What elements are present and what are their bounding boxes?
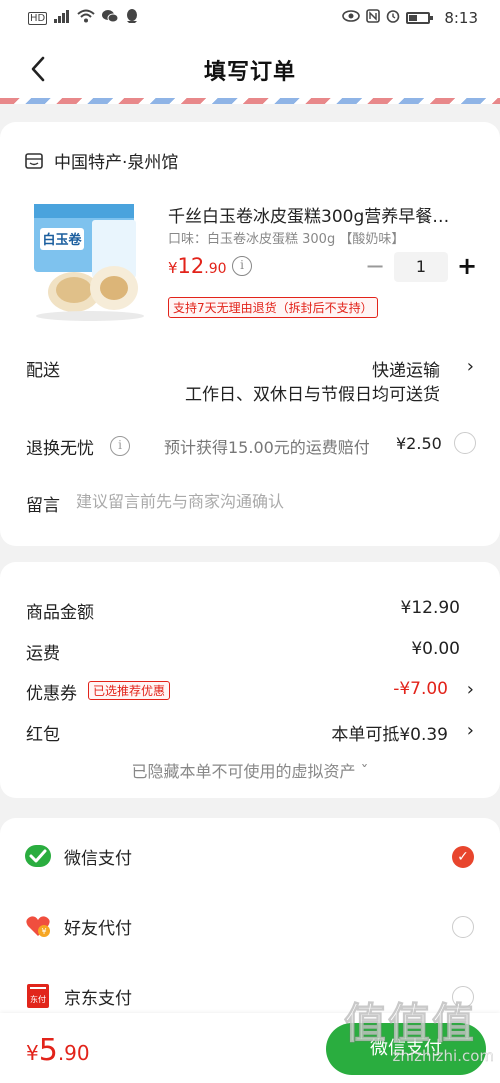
price-integer: 12 (177, 254, 205, 278)
increase-quantity-button[interactable]: + (454, 252, 480, 282)
checkout-bar: ¥ 5 .90 微信支付 (0, 1013, 500, 1083)
red-packet-label: 红包 (26, 725, 60, 745)
delivery-chevron-icon[interactable]: › (467, 356, 474, 377)
product-price: ¥ 12 .90 (168, 254, 227, 278)
payment-selected-check-icon[interactable]: ✓ (452, 846, 474, 868)
payment-radio-friend[interactable] (452, 916, 474, 938)
price-info-icon[interactable]: i (232, 256, 252, 276)
total-price: ¥ 5 .90 (26, 1033, 90, 1068)
total-integer: 5 (38, 1033, 58, 1068)
return-insurance-info-icon[interactable]: i (110, 436, 130, 456)
delivery-method[interactable]: 快递运输 (372, 356, 440, 381)
page-header: 填写订单 (0, 36, 500, 100)
return-insurance-fee: ¥2.50 (396, 434, 442, 453)
payment-label-wechat: 微信支付 (64, 848, 132, 869)
product-spec: 口味：白玉卷冰皮蛋糕 300g 【酸奶味】 (168, 232, 405, 247)
alarm-icon (386, 9, 400, 27)
payment-radio-jd[interactable] (452, 986, 474, 1008)
red-packet-value[interactable]: 本单可抵¥0.39 (331, 720, 448, 745)
return-policy-badge: 支持7天无理由退货（拆封后不支持） (168, 297, 378, 318)
svg-text:¥: ¥ (41, 927, 46, 936)
shop-row[interactable]: 中国特产·泉州馆 (24, 148, 178, 173)
wechat-icon (101, 9, 119, 27)
price-decimal: .90 (204, 261, 227, 277)
shop-name: 中国特产·泉州馆 (54, 153, 179, 173)
red-packet-chevron-icon[interactable]: › (467, 720, 474, 741)
store-icon (24, 151, 44, 171)
pay-button[interactable]: 微信支付 (326, 1023, 486, 1075)
status-bar: HD 8:13 (0, 0, 500, 36)
airmail-stripe-divider (0, 98, 500, 104)
payment-option-friend[interactable]: ¥ 好友代付 (24, 912, 132, 940)
return-insurance-label: 退换无忧 (26, 439, 94, 459)
payment-option-jd[interactable]: 东付 京东支付 (24, 982, 132, 1010)
wifi-icon (77, 9, 95, 27)
signal-icon (53, 9, 71, 27)
payment-label-friend: 好友代付 (64, 918, 132, 939)
payment-option-wechat[interactable]: 微信支付 (24, 842, 132, 870)
product-image-label: 白玉卷 (42, 232, 82, 248)
coupon-value[interactable]: -¥7.00 (393, 679, 448, 699)
shipping-value: ¥0.00 (411, 639, 460, 659)
price-symbol: ¥ (168, 259, 178, 277)
quantity-stepper: − 1 + (362, 252, 480, 282)
eye-icon (342, 10, 361, 26)
hidden-assets-toggle[interactable]: 已隐藏本单不可使用的虚拟资产 ˇ (0, 758, 500, 782)
page-title: 填写订单 (203, 60, 296, 85)
return-insurance-description: 预计获得15.00元的运费赔付 (164, 438, 370, 457)
product-image[interactable]: 白玉卷 (30, 198, 150, 322)
friend-pay-icon: ¥ (26, 916, 50, 937)
product-title[interactable]: 千丝白玉卷冰皮蛋糕300g营养早餐… (168, 202, 468, 227)
delivery-label: 配送 (26, 361, 60, 381)
jd-pay-icon: 东付 (27, 984, 49, 1008)
coupon-label: 优惠券 (26, 684, 77, 704)
svg-text:东付: 东付 (30, 994, 46, 1004)
battery-icon (406, 12, 434, 24)
status-time: 8:13 (444, 9, 478, 27)
quantity-value[interactable]: 1 (394, 252, 448, 282)
note-input[interactable] (76, 488, 466, 514)
status-bar-left: HD (28, 8, 139, 28)
delivery-schedule: 工作日、双休日与节假日均可送货 (185, 385, 440, 405)
price-summary-card: 商品金额 ¥12.90 运费 ¥0.00 优惠券 已选推荐优惠 -¥7.00 ›… (0, 562, 500, 798)
qq-icon (125, 8, 139, 28)
goods-amount-value: ¥12.90 (400, 598, 460, 618)
return-insurance-radio[interactable] (454, 432, 476, 454)
coupon-selected-badge: 已选推荐优惠 (88, 681, 171, 700)
coupon-chevron-icon[interactable]: › (467, 679, 474, 700)
wechat-pay-icon (25, 845, 51, 867)
total-symbol: ¥ (26, 1041, 39, 1065)
total-decimal: .90 (57, 1041, 90, 1065)
hd-icon: HD (28, 11, 48, 25)
decrease-quantity-button[interactable]: − (362, 252, 388, 282)
nfc-icon (366, 9, 381, 27)
goods-amount-label: 商品金额 (26, 603, 94, 623)
note-label: 留言 (26, 496, 60, 516)
shipping-label: 运费 (26, 644, 60, 664)
order-item-card: 中国特产·泉州馆 白玉卷 千丝白玉卷冰皮蛋糕300g营养早餐… 口味：白玉卷冰皮… (0, 122, 500, 546)
status-bar-right: 8:13 (342, 9, 478, 27)
payment-label-jd: 京东支付 (64, 988, 132, 1009)
